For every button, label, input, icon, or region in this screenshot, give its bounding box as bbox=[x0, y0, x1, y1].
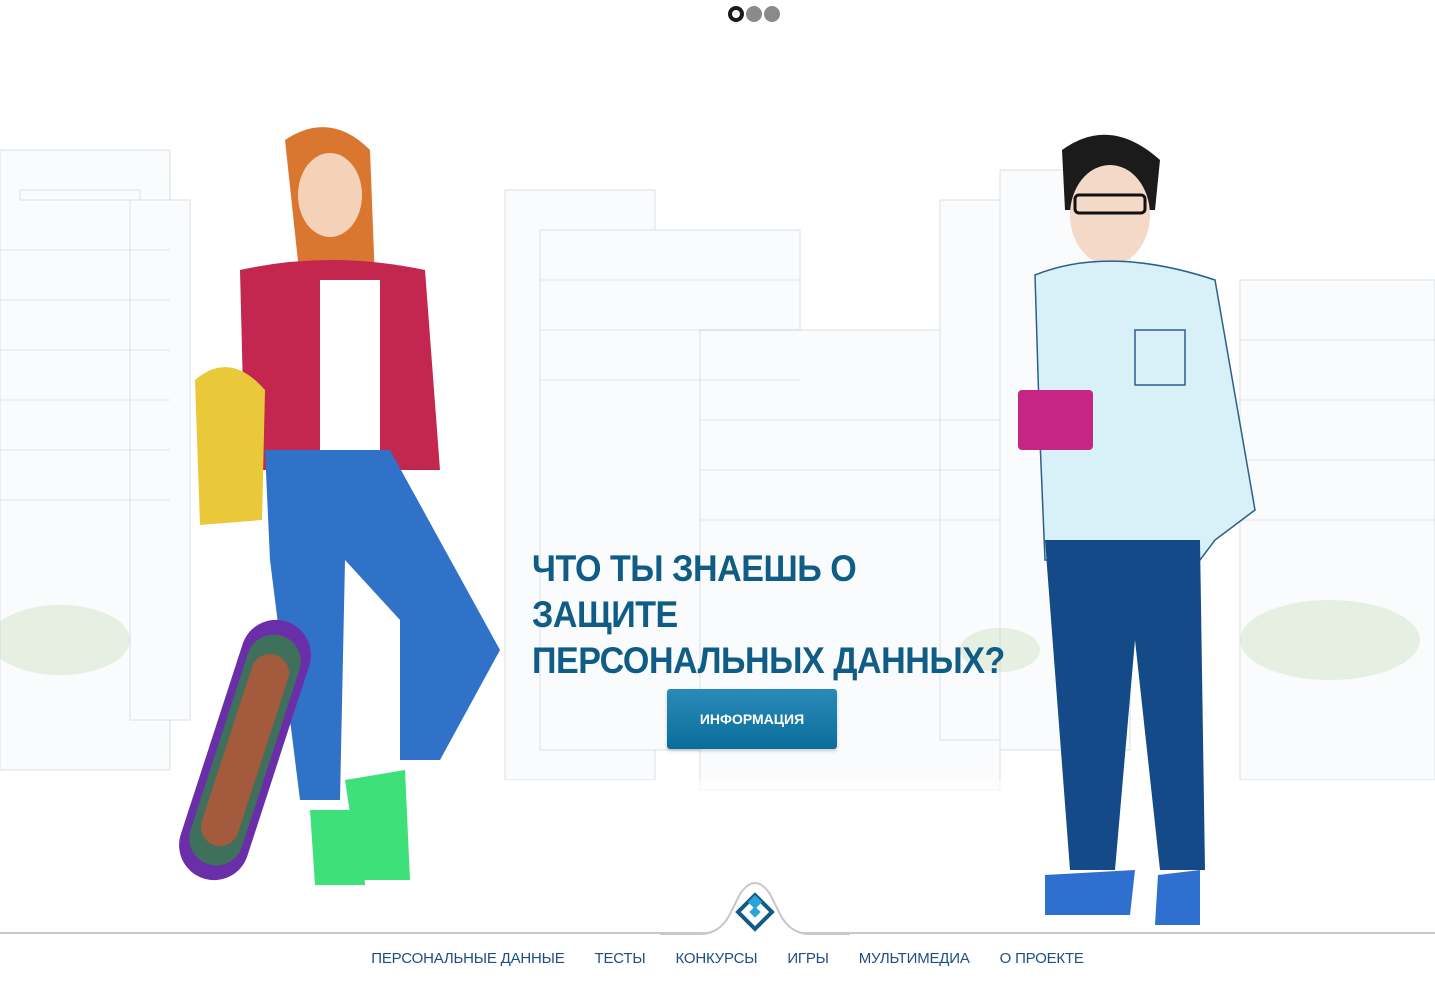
girl-illustration bbox=[179, 127, 500, 885]
nav-item-contests[interactable]: КОНКУРСЫ bbox=[675, 950, 757, 967]
slider-dot-3[interactable] bbox=[764, 6, 780, 22]
hero-illustration bbox=[0, 90, 1435, 935]
nav-item-about[interactable]: О ПРОЕКТЕ bbox=[1000, 950, 1084, 967]
hero-title-line-1: ЧТО ТЫ ЗНАЕШЬ О ЗАЩИТЕ bbox=[532, 548, 857, 635]
city-scene-illustration bbox=[0, 127, 1435, 935]
info-button[interactable]: ИНФОРМАЦИЯ bbox=[667, 689, 837, 749]
slider-pagination bbox=[728, 6, 780, 22]
hero-title: ЧТО ТЫ ЗНАЕШЬ О ЗАЩИТЕ ПЕРСОНАЛЬНЫХ ДАНН… bbox=[532, 546, 1010, 684]
nav-item-personal-data[interactable]: ПЕРСОНАЛЬНЫЕ ДАННЫЕ bbox=[371, 950, 564, 967]
nav-item-tests[interactable]: ТЕСТЫ bbox=[595, 950, 646, 967]
slider-dot-1[interactable] bbox=[728, 6, 744, 22]
slider-dot-2[interactable] bbox=[746, 6, 762, 22]
nav-item-multimedia[interactable]: МУЛЬТИМЕДИА bbox=[859, 950, 970, 967]
hero-title-line-2: ПЕРСОНАЛЬНЫХ ДАННЫХ? bbox=[532, 640, 1005, 681]
main-navigation: ПЕРСОНАЛЬНЫЕ ДАННЫЕ ТЕСТЫ КОНКУРСЫ ИГРЫ … bbox=[0, 950, 1435, 967]
logo-tab[interactable] bbox=[660, 870, 850, 936]
nav-item-games[interactable]: ИГРЫ bbox=[787, 950, 829, 967]
